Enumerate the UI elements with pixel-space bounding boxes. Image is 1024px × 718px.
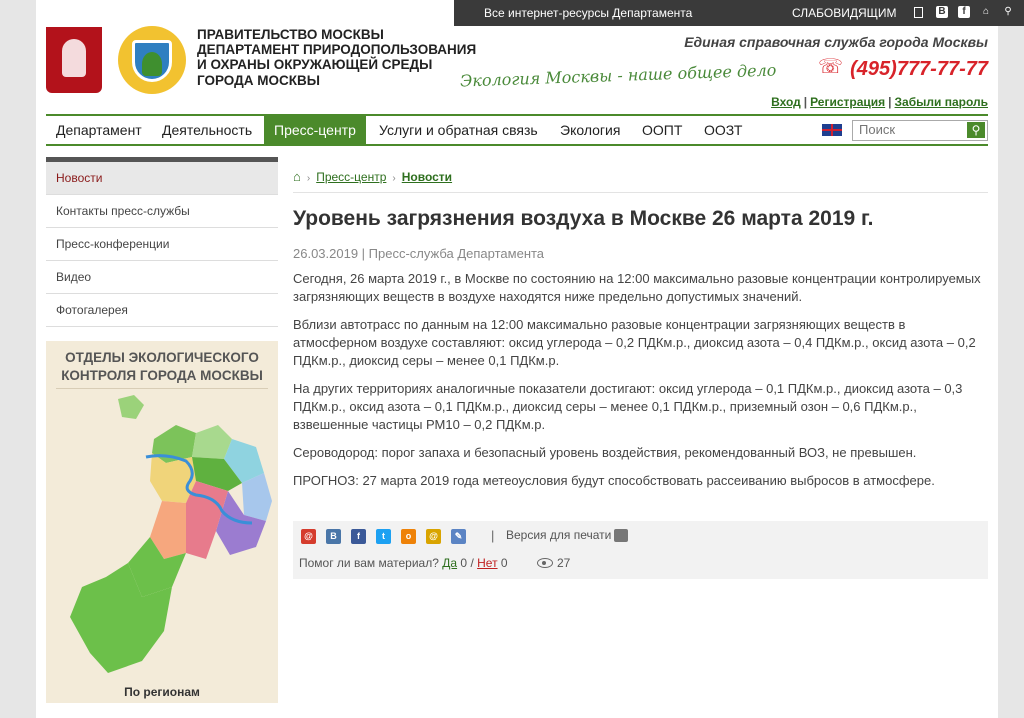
helpful-no-count: 0 — [500, 556, 508, 570]
nav-item-services[interactable]: Услуги и обратная связь — [369, 116, 548, 144]
map-title: ОТДЕЛЫ ЭКОЛОГИЧЕСКОГО КОНТРОЛЯ ГОРОДА МО… — [46, 349, 278, 385]
breadcrumb-news[interactable]: Новости — [402, 170, 452, 184]
article-paragraph: ПРОГНОЗ: 27 марта 2019 года метеоусловия… — [293, 473, 935, 488]
separator: | — [491, 528, 495, 543]
breadcrumb-arrow: › — [392, 173, 396, 184]
visually-impaired-link[interactable]: СЛАБОВИДЯЩИМ — [792, 6, 897, 20]
mailru-icon[interactable]: @ — [301, 529, 316, 544]
nav-item-activity[interactable]: Деятельность — [152, 116, 262, 144]
phone-icon: ☏ — [818, 56, 844, 78]
sidebar-item-video[interactable]: Видео — [46, 261, 278, 294]
article-paragraph: Вблизи автотрасс по данным на 12:00 макс… — [293, 317, 976, 368]
auth-links: Вход | Регистрация | Забыли пароль — [771, 95, 988, 109]
helpful-question: Помог ли вам материал? — [299, 556, 439, 570]
livejournal-icon[interactable]: @ — [426, 529, 441, 544]
forgot-password-link[interactable]: Забыли пароль — [895, 95, 988, 109]
nav-item-department[interactable]: Департамент — [46, 116, 152, 144]
search-button[interactable]: ⚲ — [967, 122, 985, 138]
helpful-no-link[interactable]: Нет — [477, 556, 497, 570]
twitter-icon[interactable]: t — [376, 529, 391, 544]
article-paragraph: На других территориях аналогичные показа… — [293, 381, 963, 432]
odnoklassniki-icon[interactable]: о — [401, 529, 416, 544]
article-body: Сегодня, 26 марта 2019 г., в Москве по с… — [293, 270, 988, 500]
top-bar: Все интернет-ресурсы Департамента СЛАБОВ… — [454, 0, 1024, 26]
sidebar-item-press-conferences[interactable]: Пресс-конференции — [46, 228, 278, 261]
sidebar-item-photo-gallery[interactable]: Фотогалерея — [46, 294, 278, 327]
slogan: Экология Москвы - наше общее дело — [459, 60, 777, 91]
vk-icon[interactable]: B — [326, 529, 341, 544]
article-title: Уровень загрязнения воздуха в Москве 26 … — [293, 207, 874, 230]
printer-icon[interactable] — [614, 529, 628, 542]
search-icon[interactable]: ⚲ — [1002, 6, 1014, 18]
helpful-feedback: Помог ли вам материал? Да 0 / Нет 0 — [299, 556, 508, 570]
helpline-label: Единая справочная служба города Москвы — [684, 34, 988, 50]
helpline-phone[interactable]: (495)777-77-77 — [850, 58, 988, 81]
separator: | — [803, 95, 808, 109]
government-title[interactable]: ПРАВИТЕЛЬСТВО МОСКВЫ ДЕПАРТАМЕНТ ПРИРОДО… — [197, 27, 476, 88]
eco-control-map-widget[interactable]: ОТДЕЛЫ ЭКОЛОГИЧЕСКОГО КОНТРОЛЯ ГОРОДА МО… — [46, 341, 278, 703]
sidebar-item-news[interactable]: Новости — [46, 162, 278, 195]
by-regions-button[interactable]: По регионам — [46, 685, 278, 699]
gov-line-4: ГОРОДА МОСКВЫ — [197, 72, 320, 88]
breadcrumb-press-center[interactable]: Пресс-центр — [316, 170, 386, 184]
nav-item-oopt[interactable]: ООПТ — [632, 116, 692, 144]
department-emblem-logo[interactable] — [118, 26, 186, 94]
search-input[interactable] — [853, 121, 969, 138]
main-nav: Департамент Деятельность Пресс-центр Усл… — [46, 114, 988, 146]
gov-line-2: ДЕПАРТАМЕНТ ПРИРОДОПОЛЬЗОВАНИЯ — [197, 42, 477, 58]
sidebar-item-press-contacts[interactable]: Контакты пресс-службы — [46, 195, 278, 228]
map-region-north[interactable] — [192, 425, 232, 459]
print-version-link[interactable]: Версия для печати — [506, 528, 611, 542]
article-paragraph: Сегодня, 26 марта 2019 г., в Москве по с… — [293, 271, 981, 304]
register-link[interactable]: Регистрация — [810, 95, 885, 109]
helpful-yes-count: 0 — [460, 556, 468, 570]
page: Все интернет-ресурсы Департамента СЛАБОВ… — [36, 0, 1024, 718]
views-count: 27 — [557, 556, 571, 570]
map-divider — [56, 388, 268, 389]
nav-item-press-center[interactable]: Пресс-центр — [264, 116, 366, 144]
home-icon[interactable]: ⌂ — [293, 169, 301, 184]
map-region-zelenograd[interactable] — [118, 395, 144, 419]
nav-item-ecology[interactable]: Экология — [550, 116, 630, 144]
gov-line-1: ПРАВИТЕЛЬСТВО МОСКВЫ — [197, 27, 384, 42]
separator: | — [888, 95, 892, 109]
all-resources-link[interactable]: Все интернет-ресурсы Департамента — [484, 6, 692, 20]
article-meta: 26.03.2019 | Пресс-служба Департамента — [293, 246, 545, 261]
gov-line-3: И ОХРАНЫ ОКРУЖАЮЩЕЙ СРЕДЫ — [197, 57, 433, 73]
english-flag-icon[interactable] — [822, 124, 842, 136]
sidebar: Новости Контакты пресс-службы Пресс-конф… — [46, 157, 278, 327]
moscow-coat-of-arms-logo[interactable] — [46, 27, 102, 93]
facebook-icon[interactable]: f — [958, 6, 970, 18]
helpful-yes-link[interactable]: Да — [442, 556, 457, 570]
email-icon[interactable]: ✎ — [451, 529, 466, 544]
nav-item-oozt[interactable]: ООЗТ — [694, 116, 752, 144]
mobile-icon[interactable] — [914, 7, 923, 18]
map-title-line-2: КОНТРОЛЯ ГОРОДА МОСКВЫ — [61, 368, 263, 383]
article-paragraph: Сероводород: порог запаха и безопасный у… — [293, 445, 917, 460]
breadcrumb: ⌂ › Пресс-центр › Новости — [293, 169, 452, 184]
map-title-line-1: ОТДЕЛЫ ЭКОЛОГИЧЕСКОГО — [65, 350, 259, 365]
vk-icon[interactable]: В — [936, 6, 948, 18]
breadcrumb-arrow: › — [306, 173, 311, 184]
moscow-districts-map[interactable] — [46, 391, 278, 681]
home-icon[interactable]: ⌂ — [980, 6, 992, 18]
divider — [293, 192, 988, 193]
facebook-icon[interactable]: f — [351, 529, 366, 544]
share-panel: @ B f t о @ ✎ | Версия для печати Помог … — [293, 521, 988, 579]
views-eye-icon — [537, 558, 553, 568]
search-box: ⚲ — [852, 120, 988, 141]
login-link[interactable]: Вход — [771, 95, 801, 109]
separator: / — [470, 556, 474, 570]
